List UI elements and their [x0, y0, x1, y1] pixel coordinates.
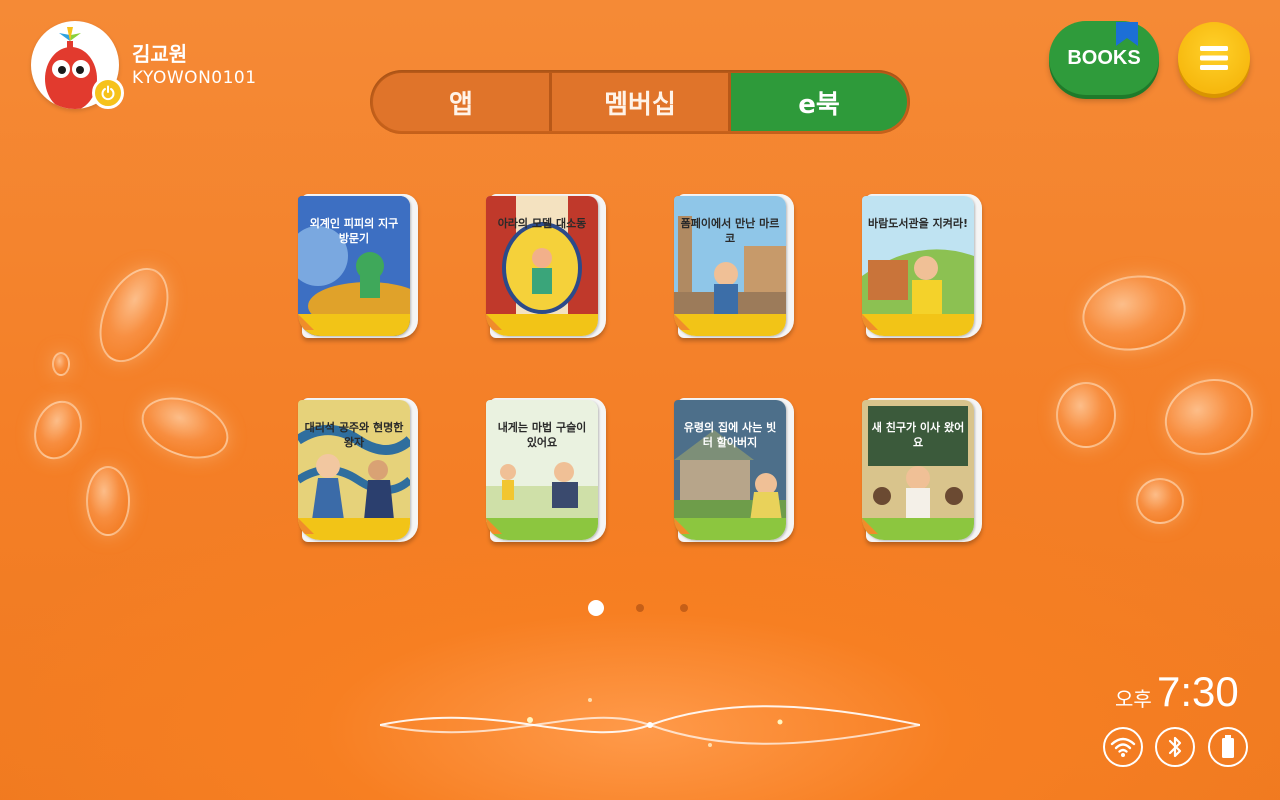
tab-membership[interactable]: 멤버십 — [549, 73, 728, 131]
book-cover: 유령의 집에 사는 빗터 할아버지 — [674, 400, 786, 540]
cover-illustration — [674, 400, 786, 522]
user-id: KYOWON0101 — [132, 68, 257, 88]
tab-app[interactable]: 앱 — [373, 73, 549, 131]
cover-illustration — [486, 196, 598, 318]
decorative-blob — [1154, 366, 1264, 468]
decorative-blob — [1136, 478, 1184, 524]
power-button[interactable] — [92, 77, 124, 109]
book-item[interactable]: 새 친구가 이사 왔어요 — [862, 398, 982, 544]
book-item[interactable]: 아라의 모델 대소동 — [486, 194, 606, 340]
books-button[interactable]: BOOKS — [1049, 21, 1159, 95]
book-cover: 아라의 모델 대소동 — [486, 196, 598, 336]
book-item[interactable]: 대리석 공주와 현명한 왕자 — [298, 398, 418, 544]
battery-status — [1208, 727, 1248, 767]
decorative-blob — [133, 386, 237, 470]
book-cover: 바람도서관을 지켜라! — [862, 196, 974, 336]
book-cover: 대리석 공주와 현명한 왕자 — [298, 400, 410, 540]
book-title: 유령의 집에 사는 빗터 할아버지 — [683, 421, 777, 449]
book-item[interactable]: 바람도서관을 지켜라! — [862, 194, 982, 340]
bluetooth-status — [1155, 727, 1195, 767]
book-title: 바람도서관을 지켜라! — [868, 217, 968, 230]
clock-ampm: 오후 — [1115, 687, 1152, 711]
book-cover: 외계인 피피의 지구 방문기 — [298, 196, 410, 336]
menu-button[interactable] — [1178, 22, 1250, 94]
page-indicator[interactable] — [636, 604, 644, 612]
clock-time: 7:30 — [1157, 668, 1239, 715]
book-title: 새 친구가 이사 왔어요 — [871, 421, 965, 449]
decorative-blob — [1076, 267, 1192, 359]
cover-illustration — [298, 400, 410, 522]
page-indicator-active[interactable] — [588, 600, 604, 616]
hamburger-icon — [1200, 46, 1228, 70]
page-indicator[interactable] — [680, 604, 688, 612]
category-tabs: 앱 멤버십 e북 — [370, 70, 910, 134]
cover-illustration — [674, 196, 786, 318]
book-title: 내게는 마법 구슬이 있어요 — [497, 421, 587, 449]
cover-illustration — [862, 400, 974, 522]
decorative-blob — [1056, 382, 1116, 448]
light-wave-decoration — [380, 698, 920, 747]
book-item[interactable]: 폼페이에서 만난 마르코 — [674, 194, 794, 340]
book-cover: 새 친구가 이사 왔어요 — [862, 400, 974, 540]
battery-icon — [1222, 735, 1234, 758]
book-title: 폼페이에서 만난 마르코 — [680, 217, 780, 245]
book-title: 외계인 피피의 지구 방문기 — [309, 217, 399, 245]
book-cover: 폼페이에서 만난 마르코 — [674, 196, 786, 336]
user-name: 김교원 — [132, 42, 188, 66]
cover-illustration — [298, 196, 410, 318]
book-title: 아라의 모델 대소동 — [497, 217, 587, 230]
power-icon — [101, 85, 115, 101]
bluetooth-icon — [1168, 736, 1182, 758]
cover-illustration — [862, 196, 974, 318]
bookmark-icon — [1116, 22, 1138, 46]
decorative-blob — [26, 393, 90, 467]
decorative-blob — [85, 257, 183, 373]
wifi-icon — [1110, 737, 1136, 757]
decorative-blob — [52, 352, 70, 376]
tab-ebook[interactable]: e북 — [728, 73, 907, 131]
book-title: 대리석 공주와 현명한 왕자 — [304, 421, 404, 449]
wifi-status — [1103, 727, 1143, 767]
cover-illustration — [486, 400, 598, 522]
book-item[interactable]: 내게는 마법 구슬이 있어요 — [486, 398, 606, 544]
decorative-blob — [86, 466, 130, 536]
book-item[interactable]: 유령의 집에 사는 빗터 할아버지 — [674, 398, 794, 544]
book-item[interactable]: 외계인 피피의 지구 방문기 — [298, 194, 418, 340]
book-cover: 내게는 마법 구슬이 있어요 — [486, 400, 598, 540]
